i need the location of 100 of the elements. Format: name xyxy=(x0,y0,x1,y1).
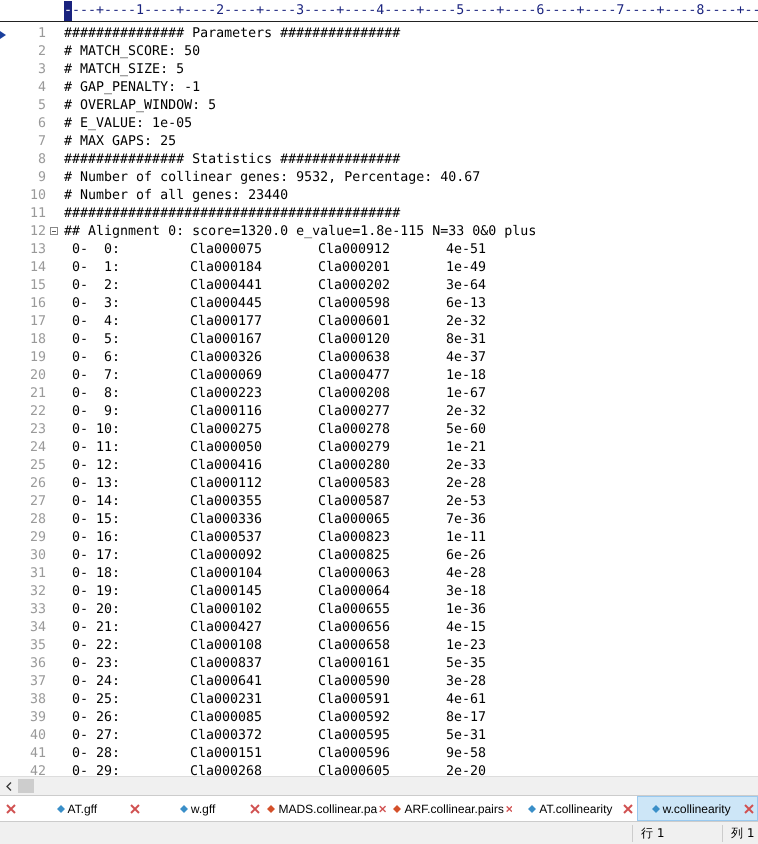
line-number: 42 xyxy=(28,764,46,776)
pair-index: 0- 17: xyxy=(72,548,120,562)
fold-toggle[interactable] xyxy=(50,227,58,235)
line-number: 6 xyxy=(36,116,46,130)
gene-id: Cla000596 xyxy=(318,746,390,760)
pair-index: 0- 14: xyxy=(72,494,120,508)
e-value: 1e-11 xyxy=(446,530,486,544)
pair-index: 0- 20: xyxy=(72,602,120,616)
gene-id: Cla000280 xyxy=(318,458,390,472)
e-value: 1e-21 xyxy=(446,440,486,454)
e-value: 8e-31 xyxy=(446,332,486,346)
e-value: 6e-26 xyxy=(446,548,486,562)
pair-index: 0- 9: xyxy=(72,404,120,418)
gene-id: Cla000638 xyxy=(318,350,390,364)
gene-id: Cla000416 xyxy=(190,458,262,472)
line-number: 38 xyxy=(28,692,46,706)
close-icon[interactable] xyxy=(130,804,140,814)
pair-index: 0- 11: xyxy=(72,440,120,454)
line-number: 37 xyxy=(28,674,46,688)
line-number: 11 xyxy=(28,206,46,220)
file-tab[interactable]: w.collinearity xyxy=(637,796,758,821)
gene-id: Cla000064 xyxy=(318,584,390,598)
line-number: 14 xyxy=(28,260,46,274)
gene-id: Cla000587 xyxy=(318,494,390,508)
pair-index: 0- 0: xyxy=(72,242,120,256)
gene-id: Cla000275 xyxy=(190,422,262,436)
line-indicator: 行 1 xyxy=(632,824,722,842)
horizontal-scrollbar[interactable] xyxy=(0,776,758,795)
gene-id: Cla000208 xyxy=(318,386,390,400)
line-number: 12 xyxy=(28,224,46,238)
pair-index: 0- 22: xyxy=(72,638,120,652)
line-number: 8 xyxy=(36,152,46,166)
e-value: 2e-32 xyxy=(446,404,486,418)
gene-id: Cla000477 xyxy=(318,368,390,382)
gene-id: Cla000092 xyxy=(190,548,262,562)
line-number: 10 xyxy=(28,188,46,202)
pair-index: 0- 19: xyxy=(72,584,120,598)
e-value: 3e-64 xyxy=(446,278,486,292)
line-number: 2 xyxy=(36,44,46,58)
pair-index: 0- 1: xyxy=(72,260,120,274)
gene-id: Cla000279 xyxy=(318,440,390,454)
pair-index: 0- 18: xyxy=(72,566,120,580)
line-number: 3 xyxy=(36,62,46,76)
pair-index: 0- 16: xyxy=(72,530,120,544)
close-icon[interactable] xyxy=(250,804,260,814)
code-line: ############### Parameters ############### xyxy=(64,26,400,40)
gene-id: Cla000085 xyxy=(190,710,262,724)
gene-id: Cla000823 xyxy=(318,530,390,544)
close-icon[interactable] xyxy=(506,804,512,814)
close-icon[interactable] xyxy=(744,804,754,814)
code-line: # MAX GAPS: 25 xyxy=(64,134,176,148)
gene-id: Cla000825 xyxy=(318,548,390,562)
pair-index: 0- 12: xyxy=(72,458,120,472)
gene-id: Cla000658 xyxy=(318,638,390,652)
gene-id: Cla000427 xyxy=(190,620,262,634)
pair-index: 0- 24: xyxy=(72,674,120,688)
code-line: ## Alignment 0: score=1320.0 e_value=1.8e-115 N=33 0&0 plus xyxy=(64,224,536,238)
gene-id: Cla000583 xyxy=(318,476,390,490)
e-value: 4e-28 xyxy=(446,566,486,580)
line-number: 9 xyxy=(36,170,46,184)
gene-id: Cla000075 xyxy=(190,242,262,256)
e-value: 9e-58 xyxy=(446,746,486,760)
e-value: 4e-61 xyxy=(446,692,486,706)
gene-id: Cla000655 xyxy=(318,602,390,616)
line-number: 24 xyxy=(28,440,46,454)
gene-id: Cla000202 xyxy=(318,278,390,292)
line-number: 40 xyxy=(28,728,46,742)
gene-id: Cla000590 xyxy=(318,674,390,688)
gene-id: Cla000104 xyxy=(190,566,262,580)
gene-id: Cla000656 xyxy=(318,620,390,634)
gene-id: Cla000231 xyxy=(190,692,262,706)
gene-id: Cla000912 xyxy=(318,242,390,256)
gene-id: Cla000595 xyxy=(318,728,390,742)
e-value: 3e-18 xyxy=(446,584,486,598)
line-number: 18 xyxy=(28,332,46,346)
close-icon[interactable] xyxy=(379,804,386,814)
gene-id: Cla000598 xyxy=(318,296,390,310)
line-number: 28 xyxy=(28,512,46,526)
code-line: # OVERLAP_WINDOW: 5 xyxy=(64,98,216,112)
scrollbar-thumb[interactable] xyxy=(18,779,34,793)
pair-index: 0- 3: xyxy=(72,296,120,310)
e-value: 2e-20 xyxy=(446,764,486,776)
line-number: 33 xyxy=(28,602,46,616)
gene-id: Cla000641 xyxy=(190,674,262,688)
code-line: # MATCH_SCORE: 50 xyxy=(64,44,200,58)
gene-id: Cla000268 xyxy=(190,764,262,776)
code-line: ############### Statistics ############### xyxy=(64,152,400,166)
gene-id: Cla000336 xyxy=(190,512,262,526)
e-value: 1e-36 xyxy=(446,602,486,616)
pair-index: 0- 25: xyxy=(72,692,120,706)
gene-id: Cla000050 xyxy=(190,440,262,454)
code-line: # Number of collinear genes: 9532, Percentage: 40.67 xyxy=(64,170,480,184)
gene-id: Cla000116 xyxy=(190,404,262,418)
gene-id: Cla000278 xyxy=(318,422,390,436)
pair-index: 0- 13: xyxy=(72,476,120,490)
code-line: # GAP_PENALTY: -1 xyxy=(64,80,200,94)
close-icon[interactable] xyxy=(6,804,16,814)
e-value: 3e-28 xyxy=(446,674,486,688)
gene-id: Cla000537 xyxy=(190,530,262,544)
close-icon[interactable] xyxy=(623,804,634,814)
